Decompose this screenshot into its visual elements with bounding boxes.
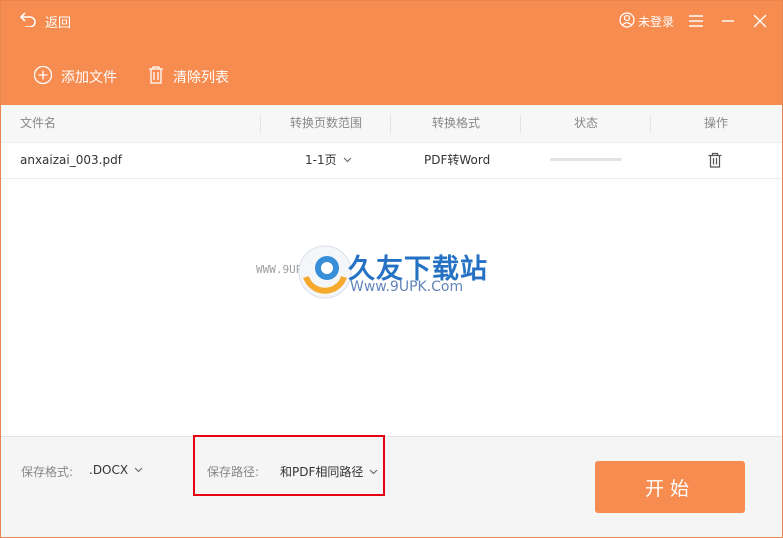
window-controls: 未登录 xyxy=(619,11,770,31)
save-path-value: 和PDF相同路径 xyxy=(280,465,364,479)
column-format: 转换格式 xyxy=(431,116,480,130)
save-format-label: 保存格式: xyxy=(21,465,74,479)
close-icon xyxy=(753,14,767,28)
minimize-icon xyxy=(722,20,734,22)
progress-bar xyxy=(550,158,622,161)
format-value: PDF转Word xyxy=(424,153,491,167)
table-header: 文件名 转换页数范围 转换格式 状态 操作 xyxy=(1,105,782,143)
toolbar: 添加文件 清除列表 xyxy=(33,65,229,89)
trash-icon xyxy=(708,152,722,168)
chevron-down-icon xyxy=(370,469,378,474)
plus-circle-icon xyxy=(33,65,53,89)
clear-list-label: 清除列表 xyxy=(173,70,229,86)
page-range-select[interactable]: 1-1页 xyxy=(305,142,352,178)
add-file-label: 添加文件 xyxy=(61,70,117,86)
watermark-url: Www.9UPK.Com xyxy=(350,279,464,295)
menu-button[interactable] xyxy=(686,11,706,31)
back-arrow-icon xyxy=(19,11,37,31)
file-name: anxaizai_003.pdf xyxy=(20,153,122,167)
user-icon xyxy=(619,11,635,31)
page-range-value: 1-1页 xyxy=(305,153,337,167)
save-format-select[interactable]: .DOCX xyxy=(89,463,143,477)
login-button[interactable]: 未登录 xyxy=(619,11,674,31)
delete-row-button[interactable] xyxy=(707,152,723,171)
save-format-value: .DOCX xyxy=(89,463,129,477)
column-status: 状态 xyxy=(573,116,598,130)
clear-list-button[interactable]: 清除列表 xyxy=(147,65,229,89)
watermark: WWW.9UPK.COM 久友下载站 Www.9UPK.Com xyxy=(256,241,496,311)
login-label: 未登录 xyxy=(637,14,674,29)
add-file-button[interactable]: 添加文件 xyxy=(33,65,117,89)
chevron-down-icon xyxy=(343,157,351,163)
back-label: 返回 xyxy=(45,15,72,31)
save-path-label: 保存路径: xyxy=(207,465,260,479)
start-button[interactable]: 开始 xyxy=(595,461,745,513)
menu-icon xyxy=(689,15,703,27)
column-filename: 文件名 xyxy=(20,116,57,130)
save-path-select[interactable]: 和PDF相同路径 xyxy=(280,463,378,480)
table-row: anxaizai_003.pdf 1-1页 PDF转Word xyxy=(1,142,782,179)
footer-bar: 保存格式: .DOCX 保存路径: 和PDF相同路径 开始 xyxy=(1,435,782,537)
back-button[interactable]: 返回 xyxy=(19,11,71,31)
header-bar: 返回 未登录 添加文件 清除列表 xyxy=(1,1,782,105)
watermark-logo-icon xyxy=(298,245,352,299)
trash-icon xyxy=(147,65,165,89)
minimize-button[interactable] xyxy=(718,11,738,31)
column-page-range: 转换页数范围 xyxy=(289,116,362,130)
chevron-down-icon xyxy=(134,467,143,473)
close-button[interactable] xyxy=(750,11,770,31)
app-window: 返回 未登录 添加文件 清除列表 文件名 转换页数范围 转换格式 状态 操作 a… xyxy=(0,0,783,538)
column-actions: 操作 xyxy=(703,116,728,130)
